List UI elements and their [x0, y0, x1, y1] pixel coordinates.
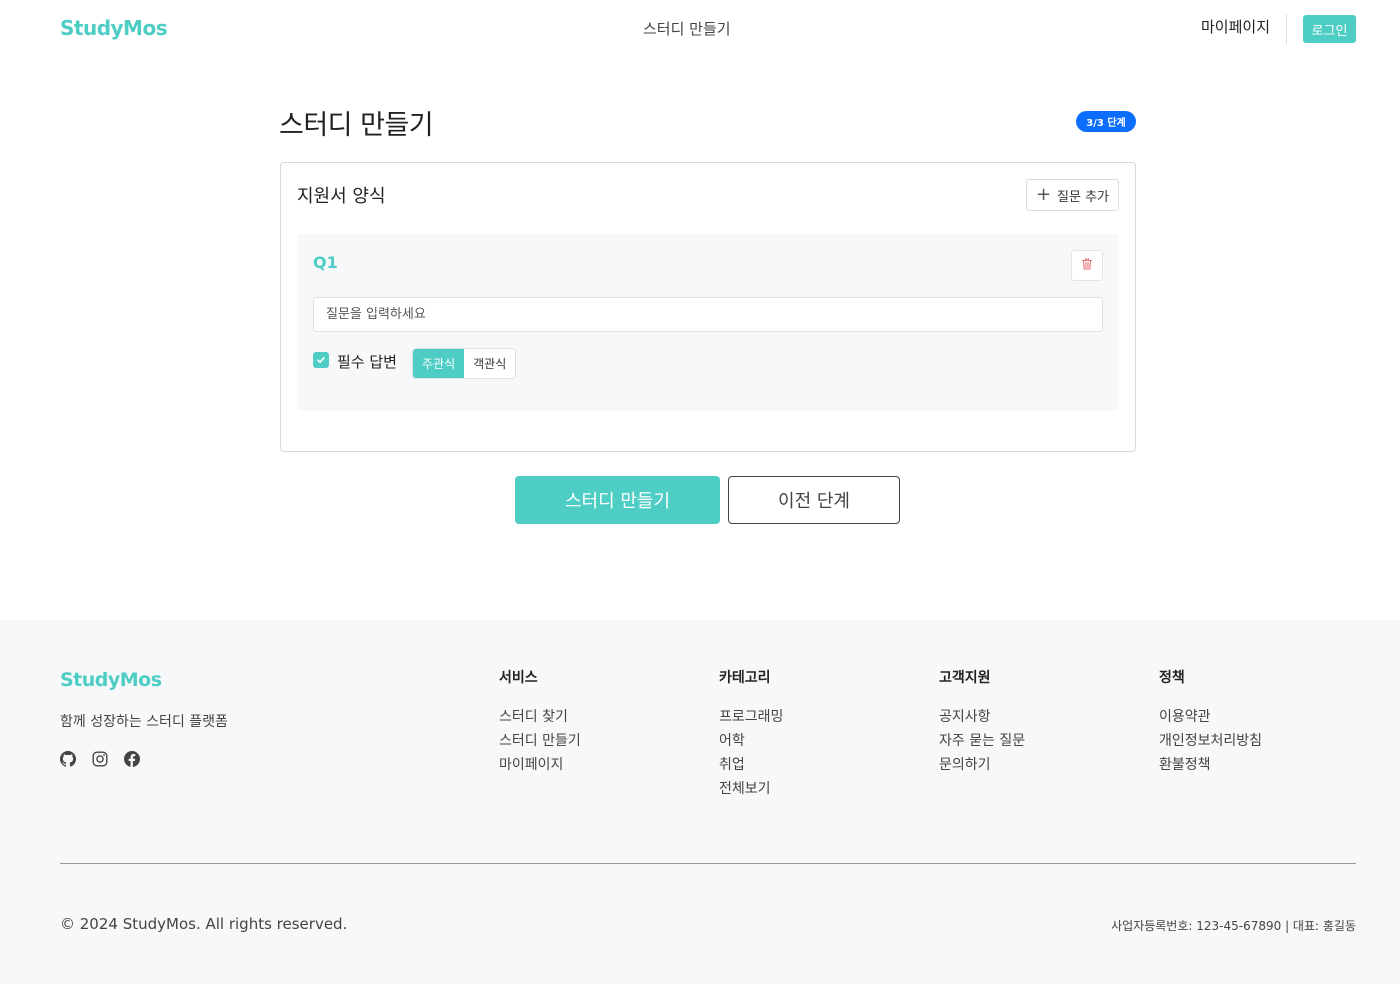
footer-link[interactable]: 전체보기: [719, 777, 783, 801]
footer-link[interactable]: 취업: [719, 753, 783, 777]
footer-link[interactable]: 자주 묻는 질문: [939, 729, 1025, 753]
github-icon[interactable]: [60, 751, 77, 768]
social-links: [60, 751, 141, 768]
create-study-button[interactable]: 스터디 만들기: [515, 476, 720, 524]
logo[interactable]: StudyMos: [60, 16, 168, 40]
footer-column-title: 고객지원: [939, 670, 991, 686]
facebook-icon[interactable]: [124, 751, 141, 768]
nav-divider: [1286, 14, 1287, 44]
required-label: 필수 답변: [337, 353, 397, 371]
check-icon: [317, 357, 325, 363]
top-header: StudyMos 스터디 만들기 마이페이지 로그인: [0, 0, 1400, 56]
question-item: Q1 필수 답변 주관식 객관식: [297, 234, 1119, 411]
footer-column-policy: 정책 이용약관 개인정보처리방침 환불정책: [1159, 667, 1262, 777]
footer-link[interactable]: 스터디 만들기: [499, 729, 581, 753]
answer-type-toggle: 주관식 객관식: [412, 348, 517, 379]
footer-link[interactable]: 환불정책: [1159, 753, 1262, 777]
copyright: © 2024 StudyMos. All rights reserved.: [60, 915, 348, 933]
application-form-card: 지원서 양식 + 질문 추가 Q1 필수 답변 주관식 객관식: [280, 162, 1136, 452]
nav-create-study[interactable]: 스터디 만들기: [643, 18, 731, 39]
footer-column-title: 서비스: [499, 670, 538, 686]
step-badge: 3/3 단계: [1076, 111, 1136, 132]
footer-tagline: 함께 성장하는 스터디 플랫폼: [60, 714, 228, 730]
footer-link[interactable]: 스터디 찾기: [499, 705, 581, 729]
footer-column-category: 카테고리 프로그래밍 어학 취업 전체보기: [719, 667, 783, 801]
footer-link[interactable]: 문의하기: [939, 753, 1025, 777]
footer-link[interactable]: 마이페이지: [499, 753, 581, 777]
instagram-icon[interactable]: [92, 751, 109, 768]
footer-link[interactable]: 공지사항: [939, 705, 1025, 729]
required-checkbox[interactable]: [313, 352, 329, 368]
delete-question-button[interactable]: [1071, 250, 1103, 281]
footer-link[interactable]: 어학: [719, 729, 783, 753]
question-input[interactable]: [313, 297, 1103, 332]
footer-column-title: 카테고리: [719, 670, 771, 686]
section-title: 지원서 양식: [297, 186, 386, 207]
type-objective-option[interactable]: 객관식: [464, 349, 515, 378]
business-info: 사업자등록번호: 123-45-67890 | 대표: 홍길동: [1111, 919, 1356, 933]
page-title: 스터디 만들기: [279, 110, 434, 141]
previous-step-button[interactable]: 이전 단계: [728, 476, 900, 524]
nav-mypage[interactable]: 마이페이지: [1201, 16, 1270, 37]
type-subjective-option[interactable]: 주관식: [413, 349, 465, 378]
footer: StudyMos 함께 성장하는 스터디 플랫폼 서비스 스터디 찾기 스터디 …: [0, 620, 1400, 984]
footer-column-service: 서비스 스터디 찾기 스터디 만들기 마이페이지: [499, 667, 581, 777]
add-question-label: 질문 추가: [1057, 189, 1110, 205]
footer-logo[interactable]: StudyMos: [60, 669, 162, 691]
footer-link[interactable]: 프로그래밍: [719, 705, 783, 729]
login-button[interactable]: 로그인: [1303, 15, 1356, 43]
footer-link[interactable]: 이용약관: [1159, 705, 1262, 729]
footer-column-support: 고객지원 공지사항 자주 묻는 질문 문의하기: [939, 667, 1025, 777]
question-number: Q1: [313, 253, 338, 272]
footer-divider: [60, 863, 1356, 864]
footer-link[interactable]: 개인정보처리방침: [1159, 729, 1262, 753]
add-question-button[interactable]: + 질문 추가: [1026, 179, 1119, 211]
footer-column-title: 정책: [1159, 670, 1185, 686]
plus-icon: +: [1035, 184, 1052, 205]
trash-icon: [1080, 256, 1094, 275]
